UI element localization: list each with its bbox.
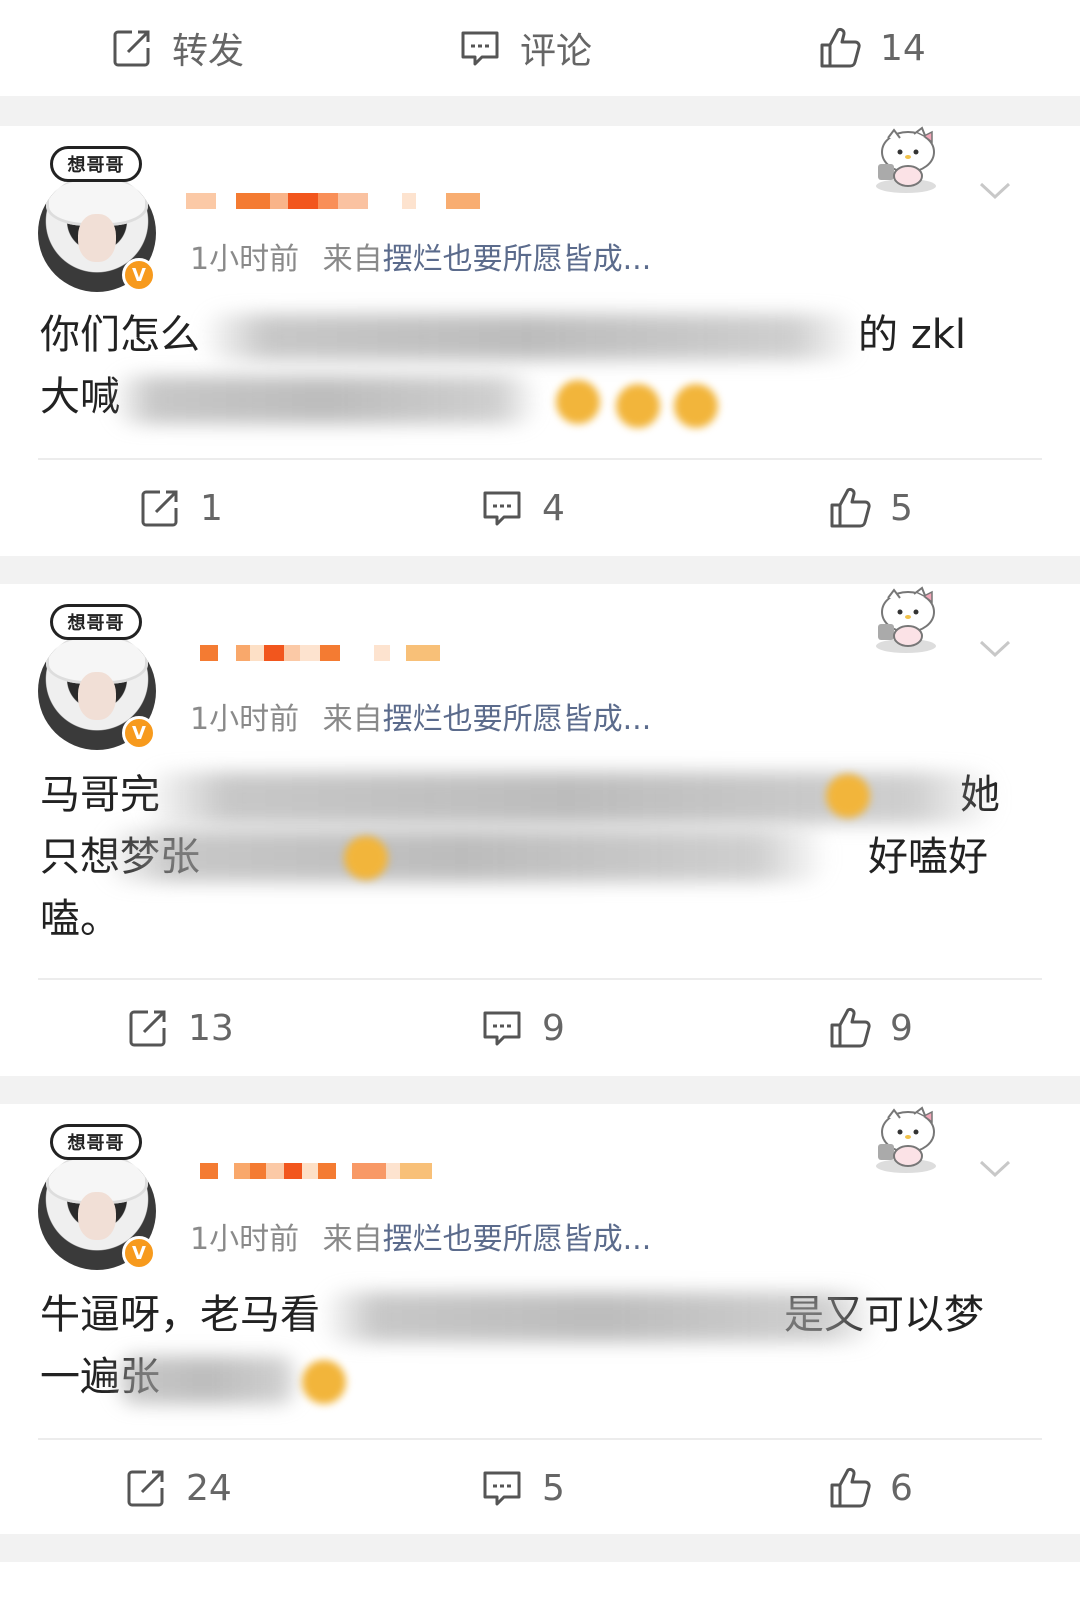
repost-button[interactable]: 24 (124, 1440, 232, 1536)
thumbs-up-icon (828, 1466, 872, 1510)
share-box-icon (126, 1006, 170, 1050)
emoji-icon (674, 384, 718, 428)
like-button[interactable]: 6 (828, 1440, 913, 1536)
emoji-icon (556, 380, 600, 424)
redaction-blur (100, 830, 830, 882)
post-text-line3: 嗑。 (40, 896, 120, 942)
chevron-down-icon[interactable] (978, 180, 1012, 202)
post-card[interactable]: 想哥哥 V 1小时前 来自摆烂也要所愿皆成... 你们怎么 的 zkl 大喊 1… (0, 126, 1080, 556)
share-box-icon (110, 26, 154, 70)
user-avatar[interactable]: 想哥哥 V (36, 604, 158, 750)
repost-button[interactable]: 13 (126, 980, 234, 1076)
emoji-icon (344, 836, 388, 880)
thumbs-up-icon (828, 1006, 872, 1050)
repost-button[interactable]: 1 (138, 460, 223, 556)
like-count: 14 (880, 27, 926, 69)
emoji-icon (302, 1360, 346, 1404)
next-post-card[interactable] (0, 1562, 1080, 1620)
username-redacted[interactable] (200, 1154, 432, 1188)
post-action-bar: 24 5 6 (0, 1440, 1080, 1536)
post-time: 1小时前 (190, 242, 300, 277)
username-redacted[interactable] (186, 184, 480, 218)
hello-kitty-sticker-icon (864, 126, 944, 196)
avatar-badge-text: 想哥哥 (50, 1124, 142, 1160)
comment-count: 9 (542, 1007, 565, 1049)
comment-button[interactable]: 评论 (458, 0, 592, 96)
post-time: 1小时前 (190, 702, 300, 737)
redaction-blur (140, 772, 1000, 824)
repost-label: 转发 (172, 31, 245, 72)
comment-label: 评论 (520, 31, 593, 72)
post-text-line1-start: 你们怎么 (40, 312, 200, 358)
post-meta: 1小时前 来自摆烂也要所愿皆成... (190, 234, 651, 278)
like-count: 9 (890, 1007, 913, 1049)
verified-badge: V (122, 258, 156, 292)
user-avatar[interactable]: 想哥哥 V (36, 146, 158, 292)
post-action-bar: 13 9 9 (0, 980, 1080, 1076)
chevron-down-icon[interactable] (978, 1158, 1012, 1180)
post-card[interactable]: 想哥哥 V 1小时前 来自摆烂也要所愿皆成... 牛逼呀，老马看 是又可以梦 一… (0, 1104, 1080, 1534)
like-button[interactable]: 14 (818, 0, 926, 96)
post-action-bar: 1 4 5 (0, 460, 1080, 556)
redaction-blur (112, 1356, 302, 1404)
emoji-icon (616, 384, 660, 428)
username-redacted[interactable] (200, 636, 440, 670)
hello-kitty-sticker-icon (864, 1106, 944, 1176)
comment-bubble-icon (458, 26, 502, 70)
avatar-badge-text: 想哥哥 (50, 146, 142, 182)
post-text-line1-end: 的 zkl (858, 312, 966, 358)
post-meta: 1小时前 来自摆烂也要所愿皆成... (190, 694, 651, 738)
thumbs-up-icon (818, 26, 862, 70)
user-avatar[interactable]: 想哥哥 V (36, 1124, 158, 1270)
thumbs-up-icon (828, 486, 872, 530)
post-source[interactable]: 摆烂也要所愿皆成... (383, 1222, 652, 1257)
comment-bubble-icon (480, 1466, 524, 1510)
redaction-blur (110, 376, 540, 424)
previous-post-action-bar: 转发 评论 14 (0, 0, 1080, 96)
comment-bubble-icon (480, 1006, 524, 1050)
comment-button[interactable]: 9 (480, 980, 565, 1076)
redaction-blur (200, 314, 860, 360)
post-source[interactable]: 摆烂也要所愿皆成... (383, 242, 652, 277)
comment-count: 5 (542, 1467, 565, 1509)
like-button[interactable]: 5 (828, 460, 913, 556)
avatar-badge-text: 想哥哥 (50, 604, 142, 640)
from-label: 来自 (322, 1222, 383, 1257)
comment-bubble-icon (480, 486, 524, 530)
share-box-icon (124, 1466, 168, 1510)
post-text-line2-start: 大喊 (40, 374, 120, 420)
share-box-icon (138, 486, 182, 530)
repost-count: 24 (186, 1467, 232, 1509)
verified-badge: V (122, 716, 156, 750)
post-time: 1小时前 (190, 1222, 300, 1257)
from-label: 来自 (322, 702, 383, 737)
post-card[interactable]: 想哥哥 V 1小时前 来自摆烂也要所愿皆成... 马哥完 她 只想梦张 好嗑好 … (0, 584, 1080, 1076)
post-text-line2-end: 好嗑好 (868, 834, 988, 880)
comment-button[interactable]: 5 (480, 1440, 565, 1536)
emoji-icon (826, 774, 870, 818)
comment-button[interactable]: 4 (480, 460, 565, 556)
like-button[interactable]: 9 (828, 980, 913, 1076)
from-label: 来自 (322, 242, 383, 277)
post-source[interactable]: 摆烂也要所愿皆成... (383, 702, 652, 737)
verified-badge: V (122, 1236, 156, 1270)
repost-count: 13 (188, 1007, 234, 1049)
repost-button[interactable]: 转发 (110, 0, 244, 96)
chevron-down-icon[interactable] (978, 638, 1012, 660)
post-meta: 1小时前 来自摆烂也要所愿皆成... (190, 1214, 651, 1258)
redaction-blur (320, 1292, 880, 1342)
post-text-line1-start: 牛逼呀，老马看 (40, 1292, 320, 1338)
comment-count: 4 (542, 487, 565, 529)
like-count: 6 (890, 1467, 913, 1509)
like-count: 5 (890, 487, 913, 529)
hello-kitty-sticker-icon (864, 586, 944, 656)
repost-count: 1 (200, 487, 223, 529)
